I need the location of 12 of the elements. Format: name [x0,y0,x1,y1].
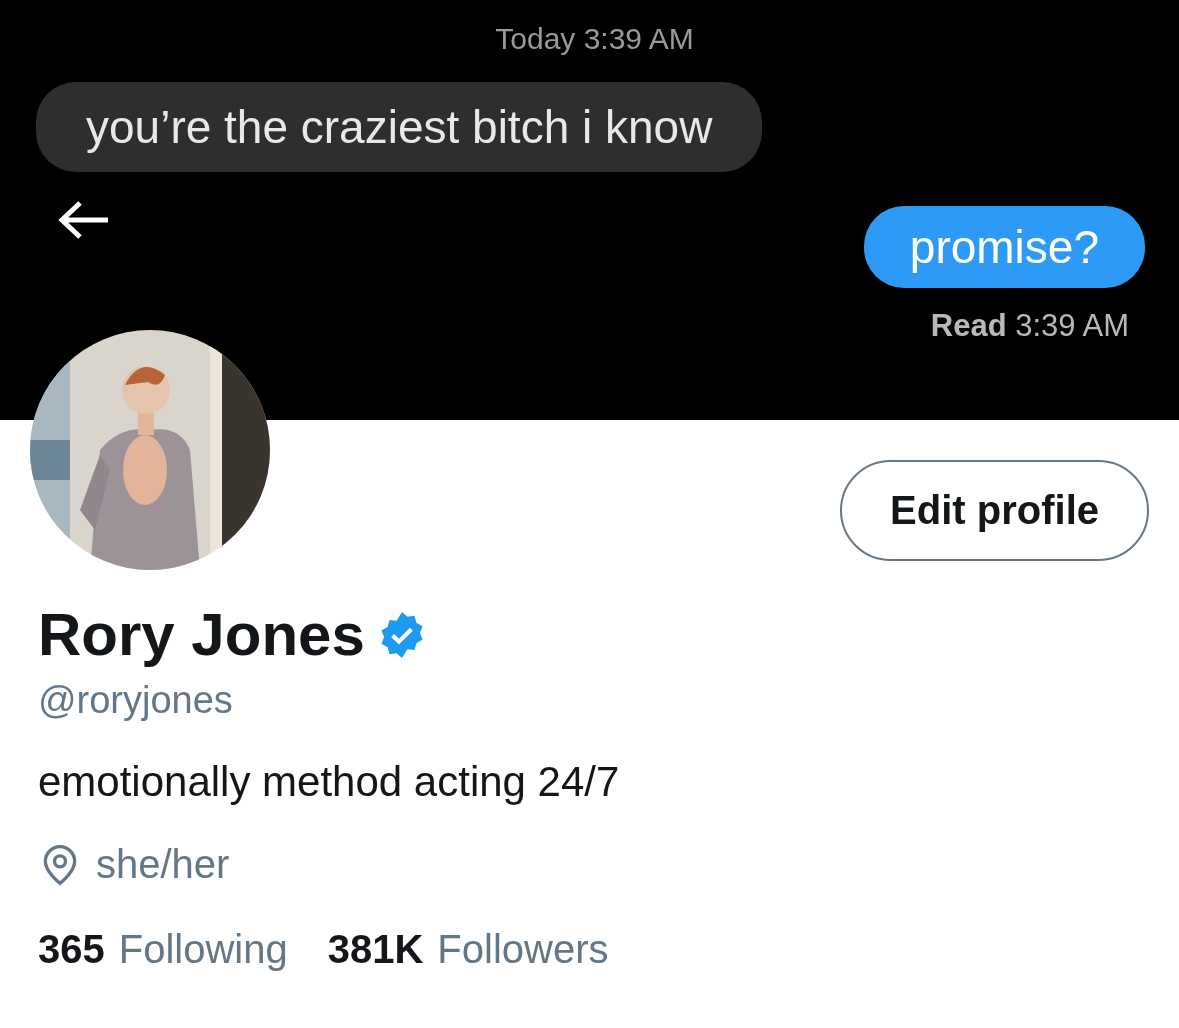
follow-stat-link[interactable]: 365 Following [38,927,288,972]
message-bubble: promise? [863,206,1145,288]
profile-name: Rory Jones [38,600,365,669]
profile-bio: emotionally method acting 24/7 [38,758,621,806]
location-text: she/her [96,842,230,887]
back-arrow-icon[interactable] [58,200,110,240]
profile-handle: @roryjones [38,679,234,722]
message-timestamp: Today 3:39 AM [495,22,694,56]
read-receipt: Read 3:39 AM [930,308,1129,344]
follow-stat-link[interactable]: 381K Followers [327,927,609,972]
message-bubble: you’re the craziest bitch i know [36,82,763,172]
edit-profile-button[interactable]: Edit profile [840,460,1149,561]
